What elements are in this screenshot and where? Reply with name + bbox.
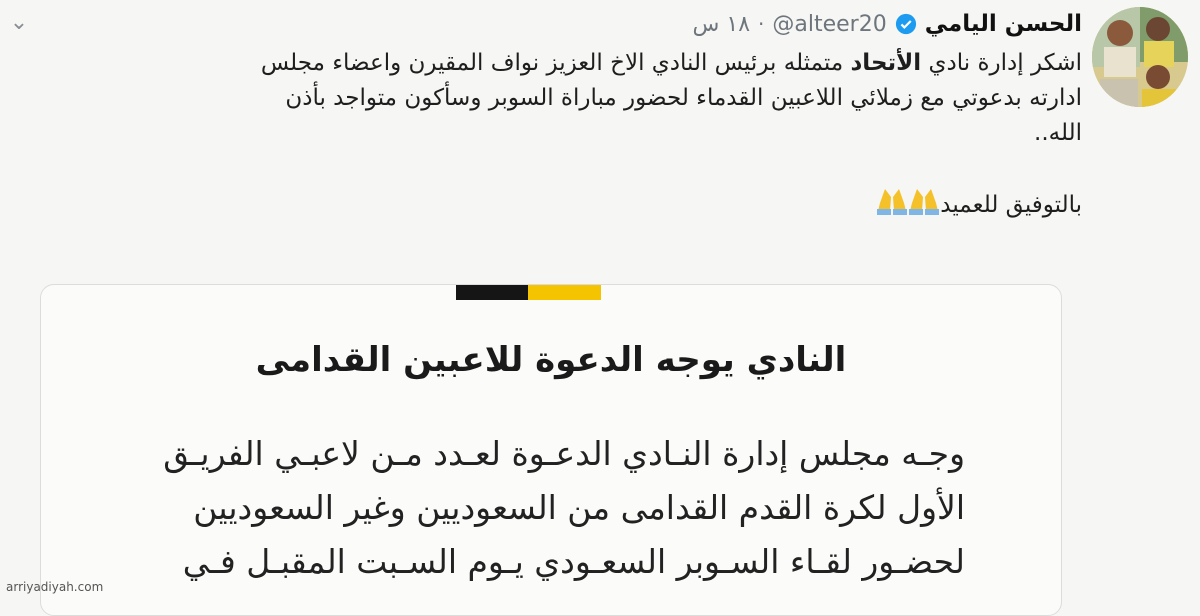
card-body-line: الأول لكرة القدم القدامى من السعوديين وغ… [193, 488, 965, 527]
tweet-line: اشكر إدارة نادي الأتحاد متمثله برئيس الن… [260, 50, 1082, 76]
brand-color-yellow [528, 285, 601, 300]
brand-color-bar [456, 285, 601, 300]
verified-badge-icon [895, 13, 916, 35]
timestamp[interactable]: ١٨ س [693, 12, 751, 37]
folded-hands-icon [876, 187, 908, 226]
tweet-text: اشكر إدارة نادي الأتحاد متمثله برئيس الن… [42, 46, 1082, 222]
card-body: وجـه مجلس إدارة النـادي الدعـوة لعـدد مـ… [85, 427, 965, 589]
card-body-line: لحضـور لقـاء السـوبر السعـودي يـوم السـب… [182, 542, 965, 581]
card-body-line: وجـه مجلس إدارة النـادي الدعـوة لعـدد مـ… [163, 434, 965, 473]
separator: · [758, 12, 765, 36]
chevron-down-icon[interactable]: ⌄ [6, 10, 32, 36]
folded-hands-icon [908, 187, 940, 226]
club-mention: الأتحاد [850, 50, 922, 76]
tweet-line: ادارته بدعوتي مع زملائي اللاعبين القدماء… [285, 85, 1082, 111]
author-name[interactable]: الحسن اليامي [925, 11, 1082, 37]
tweet-header: الحسن اليامي @alteer20 · ١٨ س [693, 8, 1082, 40]
brand-color-black [456, 285, 528, 300]
watermark: arriyadiyah.com [6, 580, 104, 594]
tweet-line: الله.. [1034, 120, 1082, 146]
tweet[interactable]: ⌄ الحسن اليامي @alteer20 · ١٨ س اشكر إدا… [0, 0, 1200, 616]
tweet-line: بالتوفيق للعميد [42, 187, 1082, 222]
author-handle[interactable]: @alteer20 [772, 12, 886, 37]
link-card[interactable]: النادي يوجه الدعوة للاعبين القدامى وجـه … [40, 284, 1062, 616]
card-title: النادي يوجه الدعوة للاعبين القدامى [255, 340, 847, 380]
avatar[interactable] [1092, 7, 1188, 107]
